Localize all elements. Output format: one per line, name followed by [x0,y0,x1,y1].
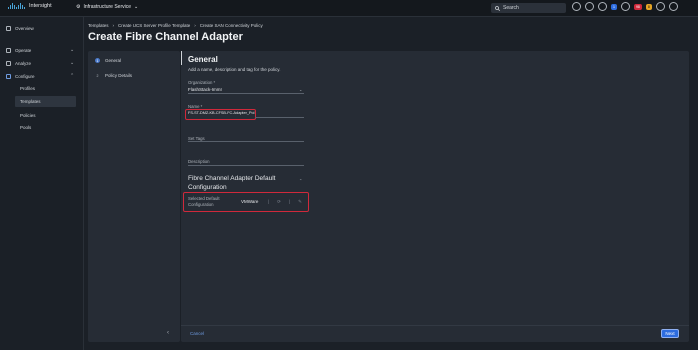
name-input[interactable]: FS-ST-DMZ-KB-CFSB-FC-Adapter_Pol [188,111,254,115]
user-icon[interactable] [668,2,678,11]
breadcrumb-item[interactable]: Create SAN Connectivity Policy [200,23,263,28]
description-label: Description [188,159,210,164]
critical-alarm-badge[interactable]: 98 [633,3,642,10]
wizard-steps-panel [88,51,180,342]
step-label: Policy Details [105,73,133,78]
notification-badge[interactable]: 1 [611,3,617,10]
sidebar-item-templates[interactable]: Templates [20,99,41,104]
chevron-down-icon: ⌄ [134,4,139,10]
service-icon: ⚙ [76,4,81,10]
reset-icon[interactable]: ⟳ [277,199,281,205]
service-label: Infrastructure Service [83,4,132,10]
bell-icon[interactable] [620,2,630,11]
warning-alarm-badge[interactable]: 8 [645,3,652,10]
announcement-icon[interactable] [598,2,607,11]
tags-input[interactable] [188,141,304,142]
default-config-actions: | ⟳ | ✎ [268,199,302,205]
sidebar [0,17,84,350]
sidebar-item-configure[interactable]: Configure [6,74,35,79]
next-button[interactable]: Next [661,329,679,338]
footer-divider [181,325,689,326]
step-number: 1 [95,58,100,63]
sidebar-item-policies[interactable]: Policies [20,113,36,118]
app-title: Intersight [29,3,52,9]
overview-icon [6,26,11,31]
help-icon[interactable] [655,2,665,11]
chevron-up-icon[interactable]: ⌃ [70,73,74,79]
wizard-step-policy-details[interactable]: 2 Policy Details [95,73,133,78]
step-label: General [105,58,122,63]
cancel-button[interactable]: Cancel [190,331,204,336]
description-input[interactable] [188,165,304,166]
sidebar-item-label: Analyze [15,61,32,66]
search-input[interactable]: Search [491,3,566,13]
refresh-icon[interactable] [572,2,581,11]
section-indicator [181,51,182,65]
sidebar-item-analyze[interactable]: Analyze [6,61,31,66]
sidebar-item-profiles[interactable]: Profiles [20,86,35,91]
breadcrumb-item[interactable]: Create UCS Server Profile Template [118,23,190,28]
default-config-label: Selected Default Configuration [188,196,220,207]
chevron-down-icon[interactable]: ⌄ [299,87,302,92]
sidebar-item-pools[interactable]: Pools [20,125,31,130]
collapse-panel-icon[interactable]: ‹ [167,330,169,336]
search-placeholder: Search [503,5,519,11]
edit-icon[interactable]: ✎ [298,199,302,205]
analyze-icon [6,61,11,66]
breadcrumb-item[interactable]: Templates [88,23,109,28]
default-config-value: VMWare [241,199,259,204]
operate-icon [6,48,11,53]
search-icon [495,5,500,11]
sidebar-item-label: Operate [15,48,32,53]
step-number: 2 [96,73,99,78]
top-icons: 1 98 8 [572,2,678,11]
section-title: General [188,55,218,64]
chevron-down-icon[interactable]: ⌄ [70,60,74,66]
sidebar-item-overview[interactable]: Overview [6,26,34,31]
breadcrumb: Templates › Create UCS Server Profile Te… [88,23,263,28]
organization-label: Organization * [188,80,216,85]
sidebar-item-operate[interactable]: Operate [6,48,31,53]
sidebar-item-label: Overview [15,26,34,31]
app-logo[interactable]: Intersight [8,3,52,9]
chevron-down-icon[interactable]: ⌄ [70,47,74,53]
divider-icon: | [288,199,291,204]
chevron-up-icon[interactable]: ⌃ [299,178,302,183]
subsection-title: Fibre Channel Adapter Default Configurat… [188,175,276,191]
configure-icon [6,74,11,79]
section-description: Add a name, description and tag for the … [188,67,281,72]
service-selector[interactable]: ⚙ Infrastructure Service ⌄ [76,4,138,10]
organization-select[interactable]: FlashStack-ImmI [188,87,222,92]
task-icon[interactable] [585,2,594,11]
organization-underline [188,93,304,94]
divider-icon: | [268,199,270,204]
breadcrumb-separator: › [112,23,115,28]
page-title: Create Fibre Channel Adapter [88,31,243,43]
sidebar-item-label: Configure [15,74,35,79]
cisco-logo-icon [8,3,25,9]
name-underline [255,117,304,118]
wizard-step-general[interactable]: 1 General [95,58,121,63]
breadcrumb-separator: › [194,23,196,28]
